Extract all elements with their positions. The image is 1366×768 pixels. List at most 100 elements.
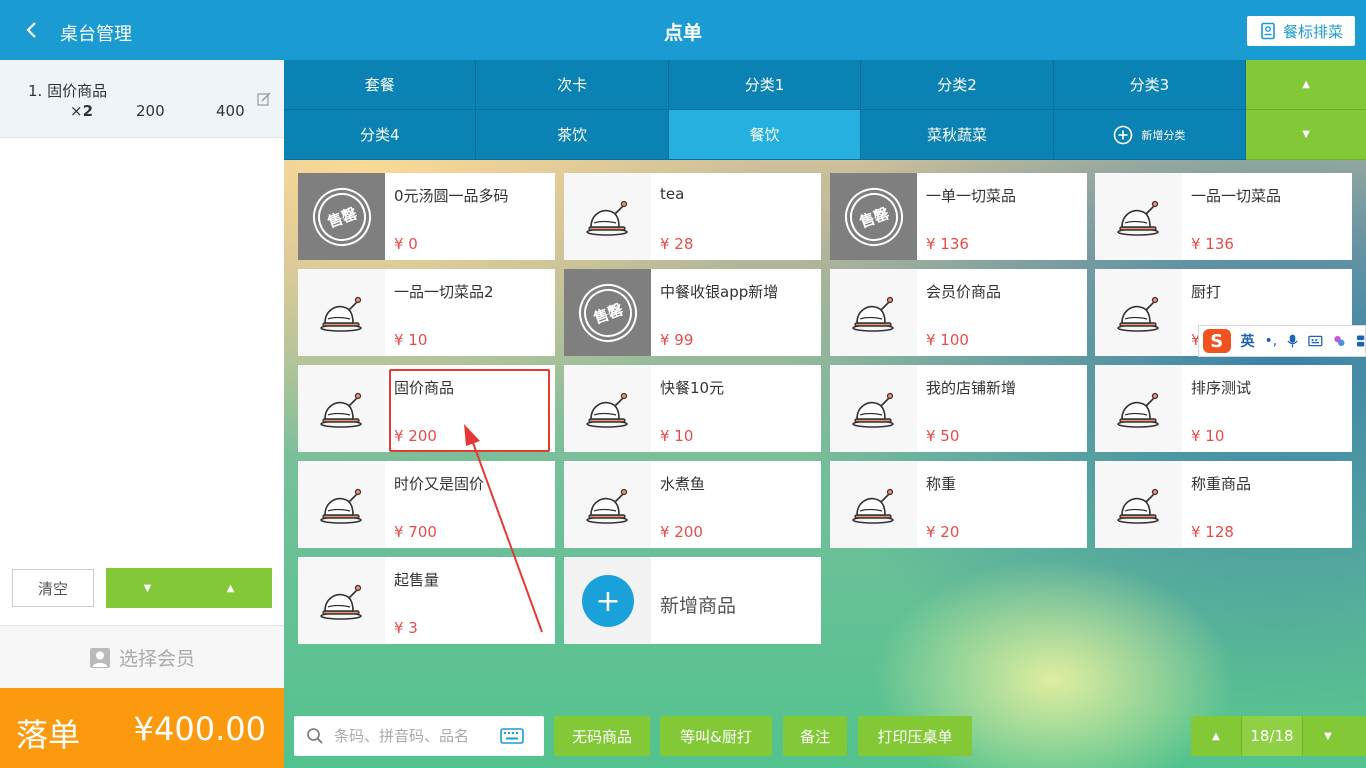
- roast-chicken-icon: [319, 488, 362, 524]
- print-table-slip-button[interactable]: 打印压桌单: [858, 716, 972, 756]
- category-up-button[interactable]: ▲: [1246, 60, 1366, 110]
- product-thumbnail: [1095, 461, 1182, 548]
- roast-chicken-icon: [1116, 200, 1159, 236]
- tab-category[interactable]: 次卡: [476, 60, 669, 110]
- search-input[interactable]: [334, 727, 494, 745]
- product-card[interactable]: 固价商品 ¥ 200: [298, 365, 555, 452]
- product-card[interactable]: 售罄 一单一切菜品 ¥ 136: [830, 173, 1087, 260]
- microphone-icon[interactable]: [1287, 333, 1298, 349]
- add-product-button[interactable]: + 新增商品: [564, 557, 821, 644]
- page-indicator: 18/18: [1241, 716, 1303, 756]
- clear-button[interactable]: 清空: [12, 569, 94, 607]
- category-down-button[interactable]: ▼: [1246, 110, 1366, 160]
- product-card[interactable]: 排序测试 ¥ 10: [1095, 365, 1352, 452]
- remark-button[interactable]: 备注: [783, 716, 847, 756]
- product-name: 起售量: [394, 571, 440, 589]
- product-card[interactable]: tea ¥ 28: [564, 173, 821, 260]
- product-thumbnail: [564, 173, 651, 260]
- product-card[interactable]: 一品一切菜品 ¥ 136: [1095, 173, 1352, 260]
- roast-chicken-icon: [585, 200, 628, 236]
- roast-chicken-icon: [1116, 392, 1159, 428]
- order-item[interactable]: 1. 固价商品 ×2 200 400: [0, 60, 284, 138]
- product-thumbnail: [298, 365, 385, 452]
- scroll-down-button[interactable]: ▼: [106, 568, 189, 608]
- product-card[interactable]: 起售量 ¥ 3: [298, 557, 555, 644]
- roast-chicken-icon: [319, 584, 362, 620]
- product-name: 称重商品: [1191, 475, 1252, 493]
- back-arrow-icon[interactable]: [22, 20, 42, 40]
- select-member-label: 选择会员: [118, 648, 195, 670]
- ime-toolbar[interactable]: S 英 •,: [1198, 325, 1366, 357]
- product-price: ¥ 10: [660, 427, 694, 445]
- product-price: ¥ 0: [394, 235, 418, 253]
- roast-chicken-icon: [851, 392, 894, 428]
- sold-out-badge: 售罄: [304, 179, 379, 254]
- product-thumbnail: [830, 269, 917, 356]
- product-card[interactable]: 会员价商品 ¥ 100: [830, 269, 1087, 356]
- product-name: 一品一切菜品2: [394, 283, 494, 301]
- select-member-button[interactable]: 选择会员: [0, 625, 284, 689]
- product-card[interactable]: 时价又是固价 ¥ 700: [298, 461, 555, 548]
- product-card[interactable]: 称重商品 ¥ 128: [1095, 461, 1352, 548]
- product-card[interactable]: 售罄 中餐收银app新增 ¥ 99: [564, 269, 821, 356]
- add-category-button[interactable]: 新增分类: [1053, 110, 1247, 160]
- pager: ▲ 18/18 ▼: [1191, 716, 1366, 756]
- roast-chicken-icon: [319, 392, 362, 428]
- plus-icon: +: [582, 575, 634, 627]
- sold-out-thumbnail: 售罄: [298, 173, 385, 260]
- page-up-button[interactable]: ▲: [1191, 716, 1241, 756]
- product-price: ¥ 20: [926, 523, 960, 541]
- ime-mode[interactable]: 英: [1241, 331, 1255, 351]
- sold-out-badge: 售罄: [570, 275, 645, 350]
- grid-menu-icon[interactable]: [1356, 334, 1365, 348]
- page-down-button[interactable]: ▼: [1303, 716, 1353, 756]
- order-item-qty: ×2: [70, 102, 94, 120]
- order-item-name: 1. 固价商品: [28, 82, 108, 100]
- keyboard-icon[interactable]: [500, 728, 524, 744]
- skin-icon[interactable]: [1333, 334, 1346, 348]
- product-card[interactable]: 我的店铺新增 ¥ 50: [830, 365, 1087, 452]
- tab-category[interactable]: 茶饮: [476, 110, 669, 160]
- tab-category[interactable]: 分类3: [1053, 60, 1247, 110]
- tab-category[interactable]: 分类4: [284, 110, 477, 160]
- product-price: ¥ 99: [660, 331, 694, 349]
- back-label[interactable]: 桌台管理: [60, 20, 132, 46]
- product-price: ¥ 28: [660, 235, 694, 253]
- product-price: ¥ 128: [1191, 523, 1234, 541]
- no-barcode-product-button[interactable]: 无码商品: [554, 716, 650, 756]
- edit-icon[interactable]: [257, 92, 271, 106]
- product-card[interactable]: 一品一切菜品2 ¥ 10: [298, 269, 555, 356]
- product-card[interactable]: 称重 ¥ 20: [830, 461, 1087, 548]
- wait-kitchen-print-button[interactable]: 等叫&厨打: [660, 716, 772, 756]
- meal-standard-button[interactable]: 餐标排菜: [1247, 16, 1355, 46]
- ime-punct[interactable]: •,: [1265, 333, 1278, 349]
- scroll-up-button[interactable]: ▲: [189, 568, 272, 608]
- tab-category-active[interactable]: 餐饮: [668, 110, 862, 160]
- product-thumbnail: [1095, 269, 1182, 356]
- order-item-total: 400: [216, 102, 245, 120]
- roast-chicken-icon: [585, 488, 628, 524]
- product-price: ¥ 10: [1191, 427, 1225, 445]
- order-scroll-group: ▼ ▲: [106, 568, 272, 608]
- tab-category[interactable]: 菜秋蔬菜: [861, 110, 1054, 160]
- submit-order-button[interactable]: 落单 ¥400.00: [0, 688, 284, 768]
- product-thumbnail: [1095, 173, 1182, 260]
- meal-standard-label: 餐标排菜: [1282, 22, 1343, 41]
- document-icon: [1261, 22, 1275, 40]
- tab-category[interactable]: 套餐: [284, 60, 477, 110]
- product-price: ¥ 100: [926, 331, 969, 349]
- product-name: 固价商品: [394, 379, 455, 397]
- product-card[interactable]: 售罄 0元汤圆一品多码 ¥ 0: [298, 173, 555, 260]
- product-card[interactable]: 水煮鱼 ¥ 200: [564, 461, 821, 548]
- product-name: 排序测试: [1191, 379, 1252, 397]
- roast-chicken-icon: [585, 392, 628, 428]
- product-name: 水煮鱼: [660, 475, 706, 493]
- keyboard-icon[interactable]: [1308, 335, 1323, 347]
- tab-category[interactable]: 分类1: [668, 60, 862, 110]
- tab-category[interactable]: 分类2: [861, 60, 1054, 110]
- product-price: ¥ 50: [926, 427, 960, 445]
- add-product-label: 新增商品: [660, 595, 737, 617]
- product-thumbnail: [1095, 365, 1182, 452]
- product-card[interactable]: 快餐10元 ¥ 10: [564, 365, 821, 452]
- order-total: ¥400.00: [133, 710, 266, 748]
